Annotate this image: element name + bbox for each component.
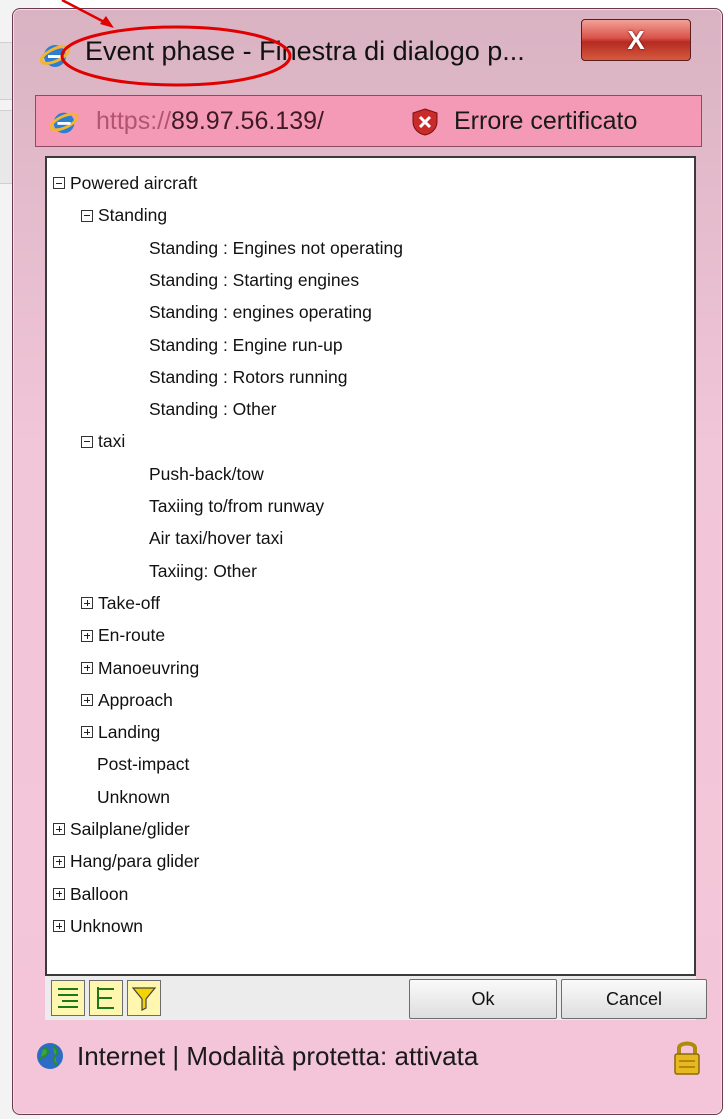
tree-node-label: Unknown [70, 915, 143, 936]
tree-node[interactable]: Standing : Rotors running [149, 365, 347, 389]
tree-node[interactable]: Push-back/tow [149, 462, 264, 486]
tree-node-label: Standing : engines operating [149, 302, 372, 323]
tree-node[interactable]: Standing : engines operating [149, 300, 372, 324]
expand-icon[interactable] [81, 629, 93, 642]
tree-node[interactable]: Taxiing to/from runway [149, 494, 324, 518]
expand-icon[interactable] [81, 694, 93, 707]
tree-node-label: Powered aircraft [70, 173, 198, 193]
tree-node-label: Push-back/tow [149, 463, 264, 484]
tree-node[interactable]: Sailplane/glider [53, 817, 190, 841]
url-text: https://89.97.56.139/ [96, 107, 324, 136]
tree-node-label: Taxiing to/from runway [149, 496, 325, 516]
certificate-error-label[interactable]: Errore certificato [454, 107, 637, 136]
tree-node[interactable]: Standing : Starting engines [149, 268, 359, 292]
tree-node[interactable]: Standing : Engines not operating [149, 236, 403, 260]
tree-node-label: Standing : Engine run-up [149, 334, 343, 355]
tree-node[interactable]: taxi [81, 429, 125, 453]
tree-node-label: taxi [98, 431, 126, 452]
expand-icon[interactable] [81, 597, 93, 610]
tree-node[interactable]: Powered aircraft [53, 171, 197, 195]
window-title: Event phase - Finestra di dialogo p... [85, 36, 525, 66]
tree-node[interactable]: Standing : Other [149, 397, 276, 421]
collapse-tree-button[interactable] [89, 980, 123, 1016]
url-scheme: https:// [96, 107, 172, 135]
collapse-icon[interactable] [81, 209, 93, 222]
globe-icon [37, 1043, 63, 1069]
tree-node-label: Balloon [70, 883, 129, 904]
collapse-icon[interactable] [81, 435, 93, 448]
close-icon: X [627, 24, 645, 55]
collapse-icon[interactable] [53, 177, 65, 190]
tree-node-label: Standing : Rotors running [149, 366, 348, 387]
tree-node-label: Landing [98, 722, 161, 743]
bottom-toolbar: Ok Cancel [45, 976, 707, 1020]
tree-node-label: Standing : Engines not operating [149, 237, 403, 258]
tree-node-label: Air taxi/hover taxi [149, 528, 284, 549]
tree-node-label: Taxiing: Other [149, 560, 257, 581]
tree-node[interactable]: Standing : Engine run-up [149, 333, 343, 357]
tree-panel: Powered aircraft Standing Standing : Engin… [45, 156, 696, 976]
tree-node[interactable]: Approach [81, 688, 173, 712]
tree-node-label: Unknown [97, 786, 170, 807]
ie-logo-icon [39, 45, 71, 67]
dialog-window: Event phase - Finestra di dialogo p... X… [12, 8, 723, 1115]
tree-node[interactable]: Air taxi/hover taxi [149, 526, 283, 550]
filter-button[interactable] [127, 980, 161, 1016]
tree-node[interactable]: Balloon [53, 882, 128, 906]
ok-button[interactable]: Ok [409, 979, 557, 1019]
status-text: Internet | Modalità protetta: attivata [77, 1041, 479, 1071]
tree-node-label: Hang/para glider [70, 851, 200, 872]
expand-icon[interactable] [53, 823, 65, 836]
tree-node-label: En-route [98, 625, 166, 646]
expand-icon[interactable] [81, 661, 93, 674]
tree-node[interactable]: Taxiing: Other [149, 559, 257, 583]
tree-node-label: Take-off [98, 592, 160, 613]
tree-node-label: Standing : Other [149, 399, 277, 420]
filter-icon [131, 987, 157, 1011]
close-button[interactable]: X [581, 19, 691, 61]
expand-icon[interactable] [53, 920, 65, 933]
collapse-tree-icon [97, 987, 114, 1009]
tree-node[interactable]: Unknown [53, 914, 143, 938]
expand-icon[interactable] [81, 726, 93, 739]
expand-all-button[interactable] [51, 980, 85, 1016]
expand-icon[interactable] [53, 887, 65, 900]
certificate-error-icon[interactable] [411, 108, 439, 136]
tree-node[interactable]: Hang/para glider [53, 849, 199, 873]
tree-node[interactable]: Unknown [97, 785, 170, 809]
expand-all-icon [58, 988, 78, 1008]
lock-icon[interactable] [669, 1037, 705, 1077]
tree-node-label: Standing : Starting engines [149, 269, 360, 290]
address-bar[interactable]: https://89.97.56.139/ Errore certificato [35, 95, 702, 147]
ie-logo-icon [49, 112, 79, 134]
title-bar[interactable]: Event phase - Finestra di dialogo p... X [13, 9, 722, 87]
tree-node[interactable]: Post-impact [97, 752, 189, 776]
tree-node-label: Post-impact [97, 754, 190, 775]
tree-node-label: Approach [98, 689, 173, 710]
tree-node[interactable]: Landing [81, 720, 160, 744]
tree-node[interactable]: Standing [81, 203, 167, 227]
tree-node-label: Manoeuvring [98, 657, 200, 678]
cancel-button[interactable]: Cancel [561, 979, 707, 1019]
status-bar: Internet | Modalità protetta: attivata [13, 1027, 722, 1093]
tree-node[interactable]: Take-off [81, 591, 160, 615]
tree-node[interactable]: En-route [81, 623, 165, 647]
tree-node[interactable]: Manoeuvring [81, 656, 199, 680]
tree-node-label: Sailplane/glider [70, 819, 190, 839]
url-host: 89.97.56.139/ [171, 107, 324, 135]
tree-node-label: Standing [98, 205, 168, 226]
expand-icon[interactable] [53, 855, 65, 868]
